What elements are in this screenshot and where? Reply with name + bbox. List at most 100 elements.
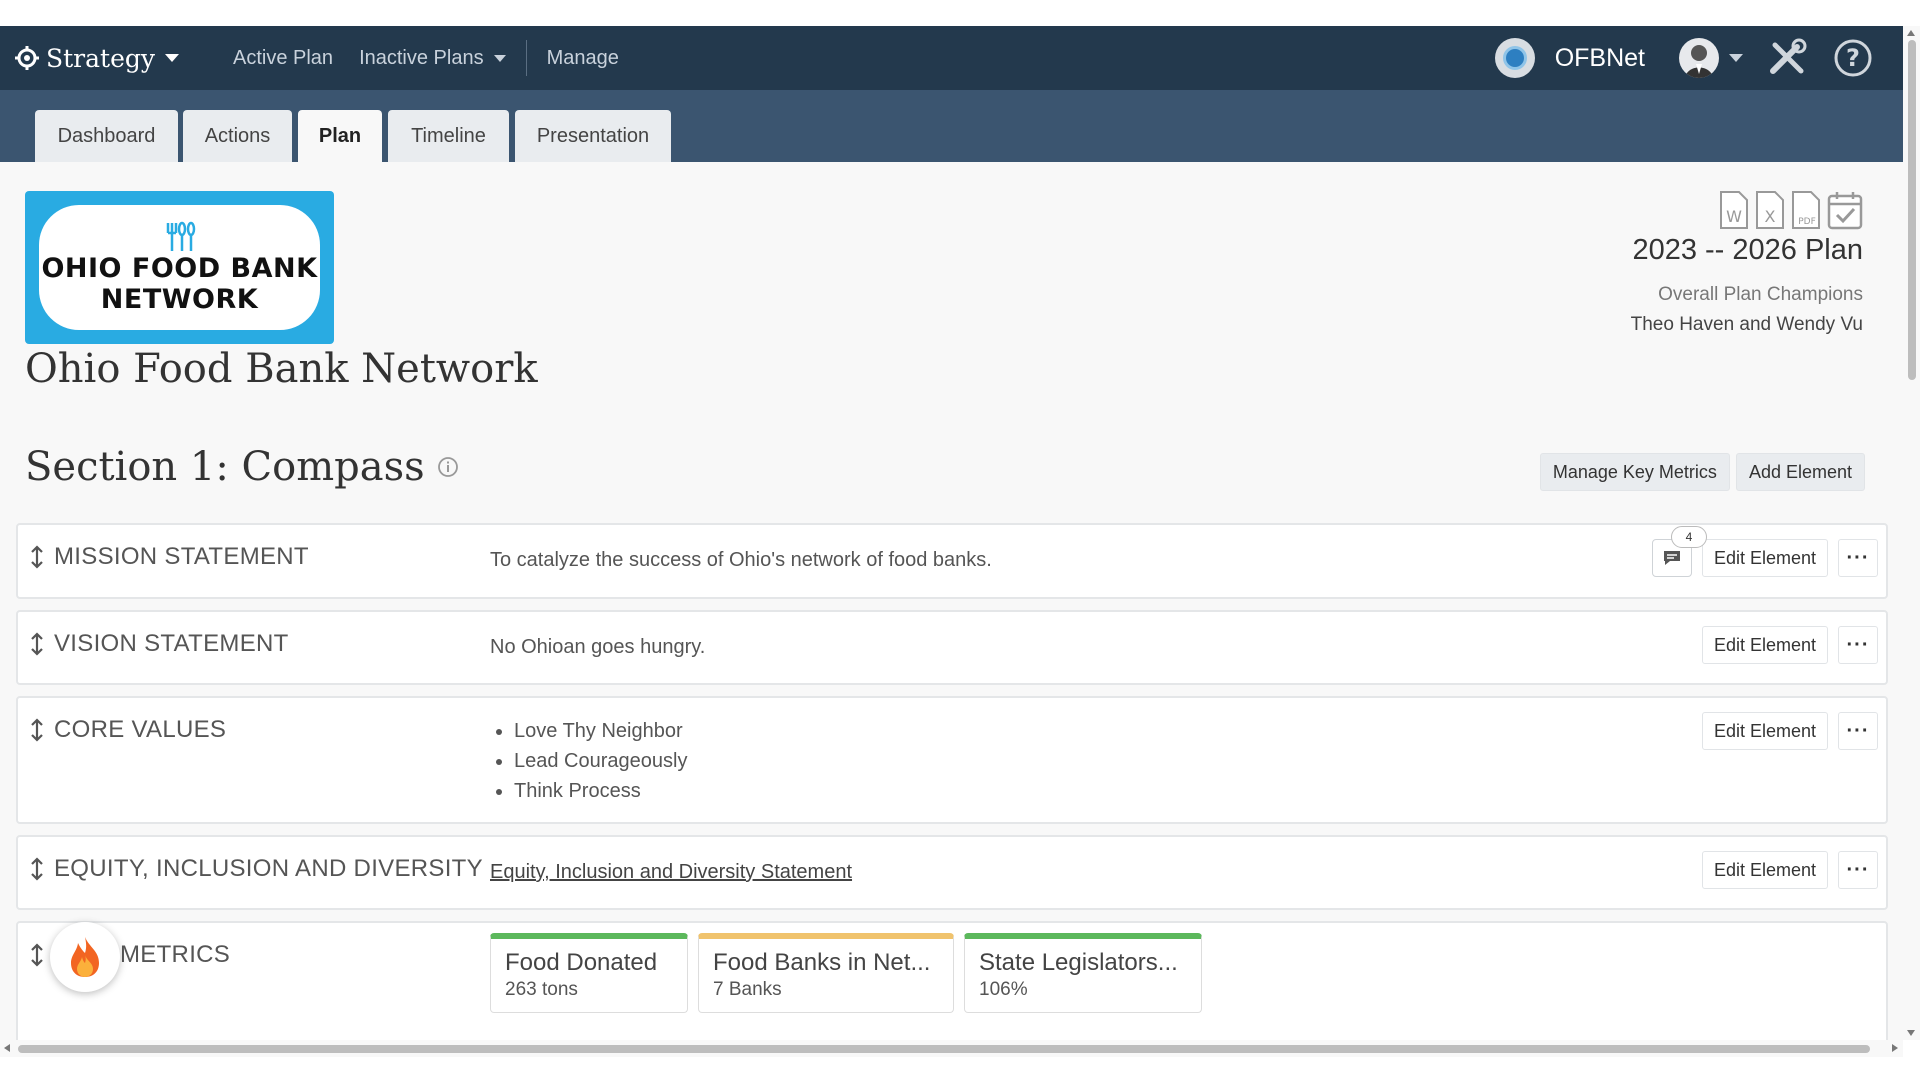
svg-text:PDF: PDF xyxy=(1798,217,1816,227)
champions-names: Theo Haven and Wendy Vu xyxy=(1630,314,1863,335)
element-value: To catalyze the success of Ohio's networ… xyxy=(490,549,992,571)
excel-export-icon[interactable]: X xyxy=(1755,190,1785,230)
help-icon[interactable]: ? xyxy=(1833,38,1873,78)
element-label: MISSION STATEMENT xyxy=(30,543,309,571)
edit-element-button[interactable]: Edit Element xyxy=(1702,851,1828,889)
metric-card-state-legislators[interactable]: State Legislators... 106% xyxy=(964,933,1202,1013)
edit-element-button[interactable]: Edit Element xyxy=(1702,626,1828,664)
manage-key-metrics-button[interactable]: Manage Key Metrics xyxy=(1539,453,1730,491)
drag-handle-icon[interactable] xyxy=(30,857,44,881)
tab-actions[interactable]: Actions xyxy=(183,110,292,162)
element-actions: Edit Element ··· xyxy=(1702,851,1878,889)
chevron-down-icon xyxy=(165,54,179,62)
more-options-button[interactable]: ··· xyxy=(1838,851,1878,889)
element-row-equity: EQUITY, INCLUSION AND DIVERSITY Equity, … xyxy=(16,835,1888,910)
section-title: Section 1: Compass xyxy=(25,444,459,490)
chevron-down-icon[interactable] xyxy=(1729,54,1743,62)
list-item: Lead Courageously xyxy=(514,746,687,776)
info-icon[interactable] xyxy=(437,456,459,478)
calendar-check-icon[interactable] xyxy=(1827,190,1863,230)
vertical-scrollbar[interactable] xyxy=(1903,26,1920,1040)
horizontal-scroll-thumb[interactable] xyxy=(18,1045,1870,1053)
metric-value: 263 tons xyxy=(505,979,578,1000)
tools-icon[interactable] xyxy=(1767,37,1809,79)
more-options-button[interactable]: ··· xyxy=(1838,626,1878,664)
element-value: Love Thy Neighbor Lead Courageously Thin… xyxy=(490,716,687,806)
flame-icon xyxy=(71,937,99,977)
scroll-right-icon[interactable] xyxy=(1892,1044,1898,1052)
element-actions: Edit Element ··· xyxy=(1702,626,1878,664)
more-options-button[interactable]: ··· xyxy=(1838,712,1878,750)
edit-element-button[interactable]: Edit Element xyxy=(1702,712,1828,750)
avatar[interactable] xyxy=(1679,38,1719,78)
element-label: VISION STATEMENT xyxy=(30,630,289,658)
plan-title: 2023 -- 2026 Plan xyxy=(1632,234,1863,266)
drag-handle-icon[interactable] xyxy=(30,632,44,656)
comments-button[interactable]: 4 xyxy=(1652,526,1707,577)
tab-dashboard[interactable]: Dashboard xyxy=(35,110,178,162)
metric-card-food-donated[interactable]: Food Donated 263 tons xyxy=(490,933,688,1013)
tab-timeline[interactable]: Timeline xyxy=(388,110,509,162)
svg-text:W: W xyxy=(1726,207,1742,226)
element-row-vision: VISION STATEMENT No Ohioan goes hungry. … xyxy=(16,610,1888,685)
element-label: CORE VALUES xyxy=(30,716,226,744)
logo-text-line1: OHIO FOOD BANK xyxy=(41,252,318,284)
scroll-left-icon[interactable] xyxy=(4,1044,10,1052)
tab-bar: Dashboard Actions Plan Timeline Presenta… xyxy=(0,90,1903,162)
nav-active-plan[interactable]: Active Plan xyxy=(233,47,333,70)
element-value: Equity, Inclusion and Diversity Statemen… xyxy=(490,861,852,884)
nav-manage[interactable]: Manage xyxy=(547,47,619,70)
scroll-up-icon[interactable] xyxy=(1907,30,1915,36)
metric-name: Food Banks in Net... xyxy=(713,949,931,976)
svg-text:X: X xyxy=(1765,207,1776,226)
element-row-core-values: CORE VALUES Love Thy Neighbor Lead Coura… xyxy=(16,696,1888,824)
pdf-export-icon[interactable]: PDF xyxy=(1791,190,1821,230)
element-label-text: MISSION STATEMENT xyxy=(54,543,309,570)
metric-card-food-banks[interactable]: Food Banks in Net... 7 Banks xyxy=(698,933,954,1013)
nav-inactive-plans[interactable]: Inactive Plans xyxy=(359,47,506,70)
nav-inactive-plans-label: Inactive Plans xyxy=(359,46,484,69)
org-name[interactable]: OFBNet xyxy=(1555,44,1645,73)
add-element-button[interactable]: Add Element xyxy=(1735,453,1865,491)
svg-text:?: ? xyxy=(1846,44,1860,72)
element-label: EQUITY, INCLUSION AND DIVERSITY xyxy=(30,855,483,883)
element-value: No Ohioan goes hungry. xyxy=(490,636,706,658)
more-options-button[interactable]: ··· xyxy=(1838,539,1878,577)
tab-presentation[interactable]: Presentation xyxy=(515,110,671,162)
org-title: Ohio Food Bank Network xyxy=(25,346,538,392)
brand-label: Strategy xyxy=(46,43,155,73)
drag-handle-icon[interactable] xyxy=(30,943,44,967)
equity-statement-link[interactable]: Equity, Inclusion and Diversity Statemen… xyxy=(490,861,852,883)
comment-icon xyxy=(1664,551,1680,565)
user-avatar-icon xyxy=(1685,45,1713,78)
strategy-menu[interactable]: Strategy xyxy=(14,44,179,73)
element-actions: Edit Element ··· xyxy=(1702,712,1878,750)
drag-handle-icon[interactable] xyxy=(30,718,44,742)
element-label-text: METRICS xyxy=(120,941,231,968)
list-item: Think Process xyxy=(514,776,687,806)
vertical-scroll-thumb[interactable] xyxy=(1908,40,1916,380)
element-label-text: CORE VALUES xyxy=(54,716,227,743)
metric-value: 7 Banks xyxy=(713,979,782,1000)
utensils-icon xyxy=(166,221,195,251)
org-logo-icon[interactable] xyxy=(1494,38,1535,78)
drag-handle-icon[interactable] xyxy=(30,545,44,569)
metric-name: Food Donated xyxy=(505,949,658,976)
scroll-down-icon[interactable] xyxy=(1907,1030,1915,1036)
element-row-mission: MISSION STATEMENT To catalyze the succes… xyxy=(16,523,1888,599)
logo-text-line2: NETWORK xyxy=(100,283,259,315)
section-title-text: Section 1: Compass xyxy=(25,444,425,490)
element-actions: 4 Edit Element ··· xyxy=(1652,526,1878,577)
horizontal-scrollbar[interactable] xyxy=(0,1040,1903,1057)
metric-name: State Legislators... xyxy=(979,949,1178,976)
export-icons: W X PDF xyxy=(1719,190,1863,230)
element-label-text: EQUITY, INCLUSION AND DIVERSITY xyxy=(54,855,483,882)
nav-divider xyxy=(525,40,527,76)
element-label-text: VISION STATEMENT xyxy=(54,630,289,657)
word-export-icon[interactable]: W xyxy=(1719,190,1749,230)
edit-element-button[interactable]: Edit Element xyxy=(1702,539,1828,577)
metric-value: 106% xyxy=(979,979,1028,1000)
tab-plan[interactable]: Plan xyxy=(298,110,382,162)
top-navbar: Strategy Active Plan Inactive Plans Mana… xyxy=(0,26,1903,90)
fire-action-button[interactable] xyxy=(50,922,120,992)
